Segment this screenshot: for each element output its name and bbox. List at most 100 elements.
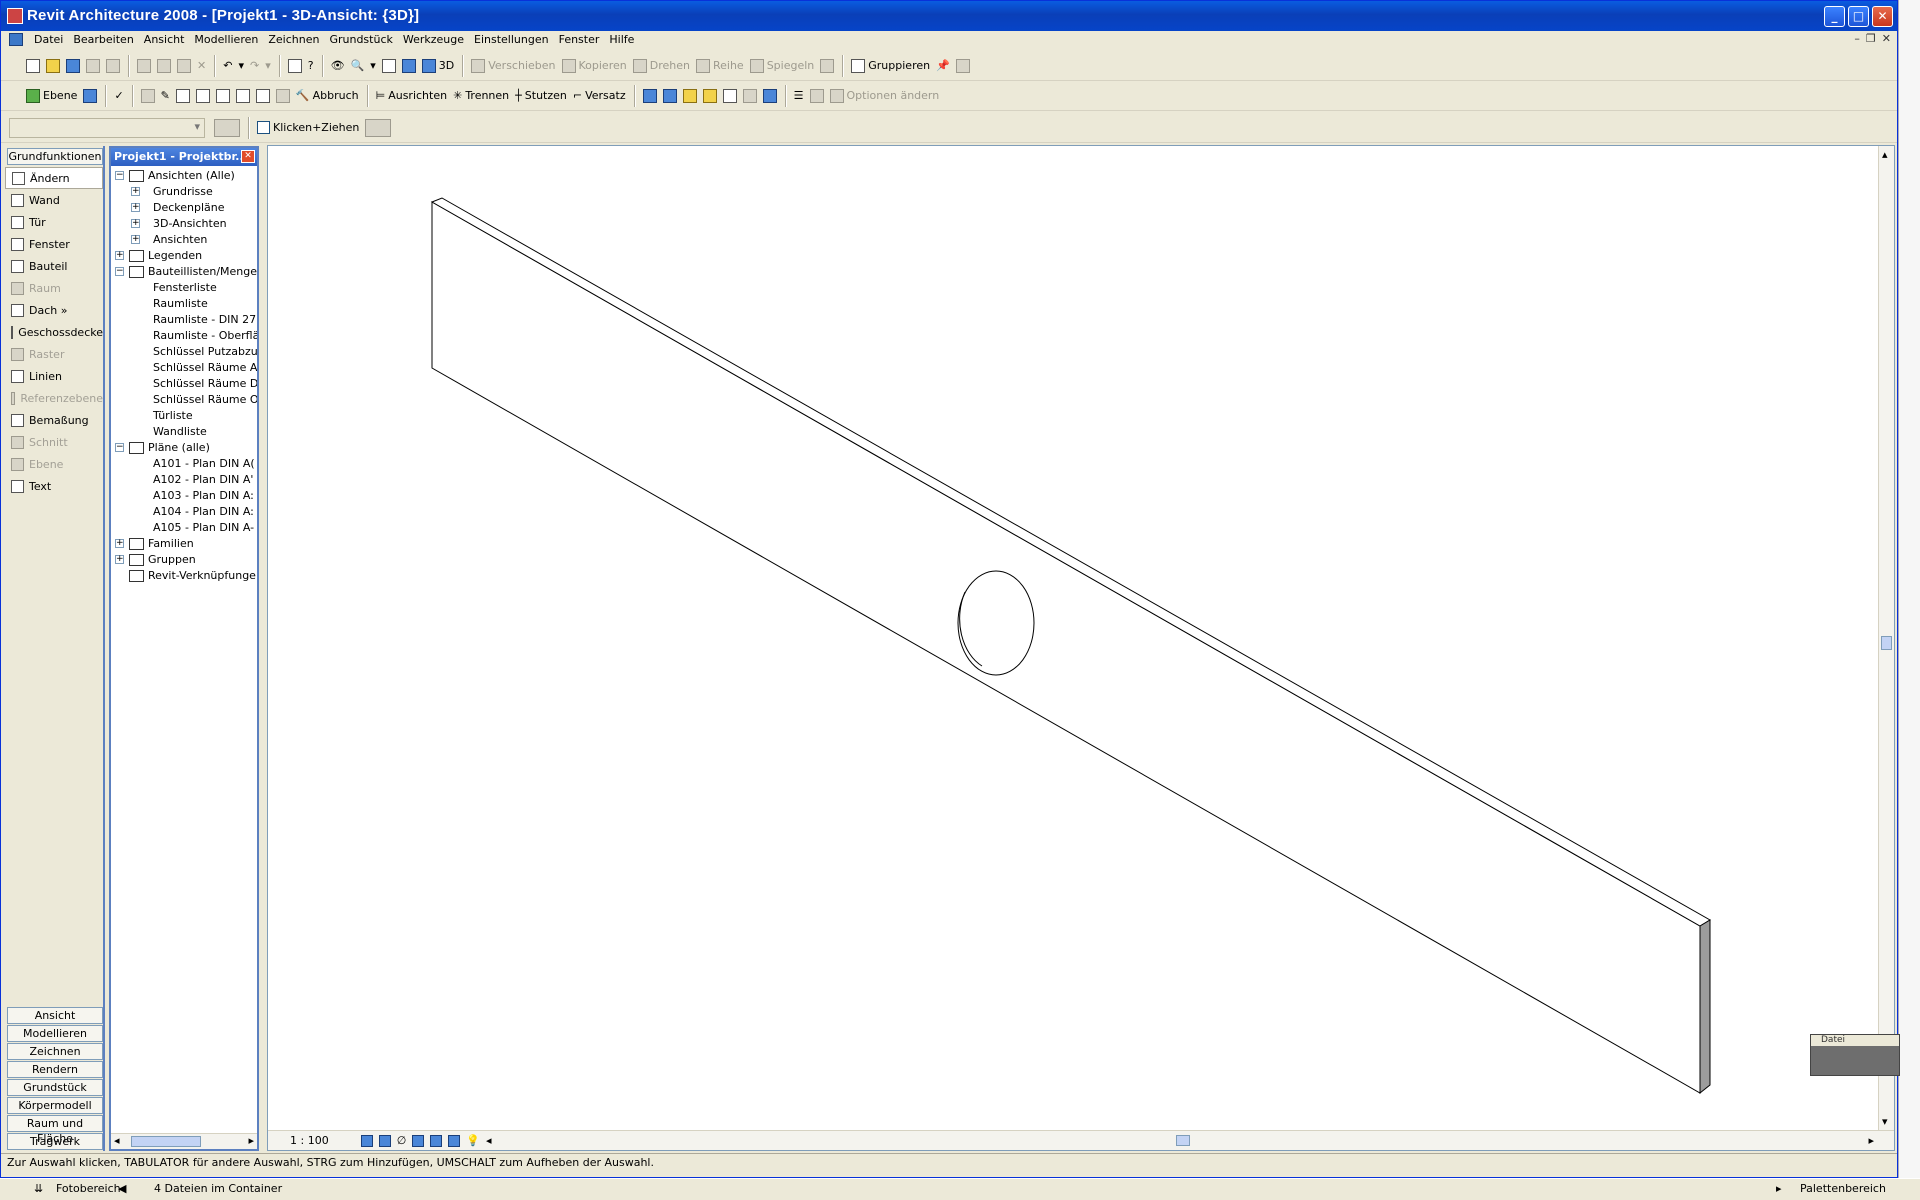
crop-region-icon[interactable] (412, 1134, 425, 1147)
tree-node[interactable]: A101 - Plan DIN A( (111, 456, 257, 472)
collapse-icon[interactable]: − (115, 267, 124, 276)
join-geometry-icon[interactable] (680, 85, 700, 107)
tree-node[interactable]: Wandliste (111, 424, 257, 440)
project-browser-header[interactable]: Projekt1 - Projektbr... ✕ (111, 148, 257, 166)
new-icon[interactable] (23, 55, 43, 77)
move-button[interactable]: Verschieben (468, 55, 558, 77)
options-add-icon[interactable] (807, 85, 827, 107)
cut-geometry-icon[interactable] (233, 85, 253, 107)
scroll-up-icon[interactable]: ▴ (1882, 148, 1888, 161)
menu-item[interactable]: Ansicht (139, 33, 190, 46)
help-cursor-icon[interactable]: ? (305, 55, 317, 77)
eyedropper-icon[interactable]: ✎ (158, 85, 173, 107)
menu-item[interactable]: Modellieren (189, 33, 263, 46)
menu-item[interactable]: Fenster (554, 33, 605, 46)
split-face-icon[interactable] (193, 85, 213, 107)
schedule-icon[interactable] (760, 85, 780, 107)
design-bar-tab[interactable]: Rendern (7, 1061, 103, 1078)
design-bar-item[interactable]: Ändern (5, 167, 103, 189)
design-bar-item[interactable]: Geschossdecke (5, 321, 103, 343)
tree-node[interactable]: + Gruppen (111, 552, 257, 568)
properties-icon[interactable] (211, 117, 243, 139)
tree-node[interactable]: − Ansichten (Alle) (111, 168, 257, 184)
document-icon[interactable] (9, 33, 23, 46)
menu-item[interactable]: Grundstück (324, 33, 397, 46)
design-bar-tab[interactable]: Ansicht (7, 1007, 103, 1024)
design-bar-item[interactable]: Raum (5, 277, 103, 299)
array-button[interactable]: Reihe (693, 55, 747, 77)
tree-node[interactable]: Raumliste - Oberfläc (111, 328, 257, 344)
design-bar-tab[interactable]: Grundstück (7, 1079, 103, 1096)
menu-item[interactable]: Bearbeiten (68, 33, 138, 46)
design-bar-item[interactable]: Text (5, 475, 103, 497)
paste-aligned-icon[interactable] (660, 85, 680, 107)
model-graphics-icon[interactable] (378, 1134, 391, 1147)
open-icon[interactable] (43, 55, 63, 77)
temporary-hide-icon[interactable] (448, 1134, 461, 1147)
split-button[interactable]: ✳ Trennen (450, 85, 512, 107)
print-icon[interactable] (103, 55, 123, 77)
cut-icon[interactable] (134, 55, 154, 77)
design-bar-item[interactable]: Wand (5, 189, 103, 211)
drawing-area-3d-view[interactable]: ▴ ▾ 1 : 100 ∅ 💡 ◂ ▸ (267, 145, 1895, 1151)
close-icon[interactable]: ✕ (241, 150, 255, 163)
thin-lines-icon[interactable] (379, 55, 399, 77)
tag-icon[interactable] (138, 85, 158, 107)
trim-button[interactable]: ┼ Stutzen (512, 85, 570, 107)
design-bar-item[interactable]: Raster (5, 343, 103, 365)
menu-item[interactable]: Zeichnen (263, 33, 324, 46)
scroll-thumb-vertical[interactable] (1881, 636, 1892, 650)
design-bar-tab[interactable]: Tragwerk (7, 1133, 103, 1150)
options-list-icon[interactable]: ☰ (791, 85, 807, 107)
redo-icon[interactable]: ↷ (247, 55, 262, 77)
design-bar-item[interactable]: Ebene (5, 453, 103, 475)
tree-node[interactable]: + Deckenpläne (111, 200, 257, 216)
maximize-button[interactable]: □ (1848, 6, 1869, 27)
tree-node[interactable]: Raumliste (111, 296, 257, 312)
design-bar-item[interactable]: Bemaßung (5, 409, 103, 431)
tree-node[interactable]: Türliste (111, 408, 257, 424)
expand-icon[interactable]: + (115, 251, 124, 260)
collapse-icon[interactable]: ⇊ (34, 1179, 43, 1199)
tree-node[interactable]: + Legenden (111, 248, 257, 264)
canvas-hscroll-thumb[interactable] (1176, 1135, 1190, 1146)
checkbox-icon[interactable] (257, 121, 270, 134)
expand-icon[interactable]: + (115, 555, 124, 564)
unpin-icon[interactable] (953, 55, 973, 77)
design-bar-item[interactable]: Linien (5, 365, 103, 387)
doc-restore-icon[interactable]: ❐ (1866, 32, 1876, 45)
design-bar-tab[interactable]: Raum und Fläche (7, 1115, 103, 1145)
doc-close-icon[interactable]: ✕ (1882, 32, 1891, 45)
view-scale[interactable]: 1 : 100 (290, 1134, 329, 1147)
paint-icon[interactable] (173, 85, 193, 107)
tree-node[interactable]: A104 - Plan DIN A: (111, 504, 257, 520)
photo-area-label[interactable]: Fotobereich (56, 1179, 121, 1199)
delete-icon[interactable]: ✕ (194, 55, 209, 77)
canvas-vertical-scrollbar[interactable]: ▴ ▾ (1878, 146, 1894, 1150)
redo-list-icon[interactable]: ▾ (262, 55, 274, 77)
save-as-icon[interactable] (83, 55, 103, 77)
join-icon[interactable] (213, 85, 233, 107)
expand-icon[interactable]: + (131, 203, 140, 212)
expand-icon[interactable]: + (131, 187, 140, 196)
expand-icon[interactable]: + (115, 539, 124, 548)
rotate-button[interactable]: Drehen (630, 55, 693, 77)
copy-clipboard-icon[interactable] (640, 85, 660, 107)
menu-item[interactable]: Einstellungen (469, 33, 554, 46)
menu-item[interactable]: Hilfe (604, 33, 639, 46)
copy-icon[interactable] (154, 55, 174, 77)
demolish-grey-icon[interactable] (273, 85, 293, 107)
zoom-icon[interactable]: 🔍 (348, 55, 368, 77)
design-bar-tab[interactable]: Körpermodell (7, 1097, 103, 1114)
save-icon[interactable] (63, 55, 83, 77)
unjoin-geometry-icon[interactable] (700, 85, 720, 107)
scroll-left-icon[interactable]: ◂ (114, 1134, 120, 1147)
collapse-icon[interactable]: − (115, 443, 124, 452)
level-button[interactable]: Ebene (23, 85, 80, 107)
spellcheck-icon[interactable]: ✓ (111, 85, 126, 107)
resize-icon[interactable] (817, 55, 837, 77)
design-bar-item[interactable]: Dach » (5, 299, 103, 321)
scroll-right-canvas-icon[interactable]: ▸ (1868, 1134, 1874, 1147)
tree-node[interactable]: Schlüssel Putzabzu (111, 344, 257, 360)
pin-icon[interactable]: 📌 (933, 55, 953, 77)
